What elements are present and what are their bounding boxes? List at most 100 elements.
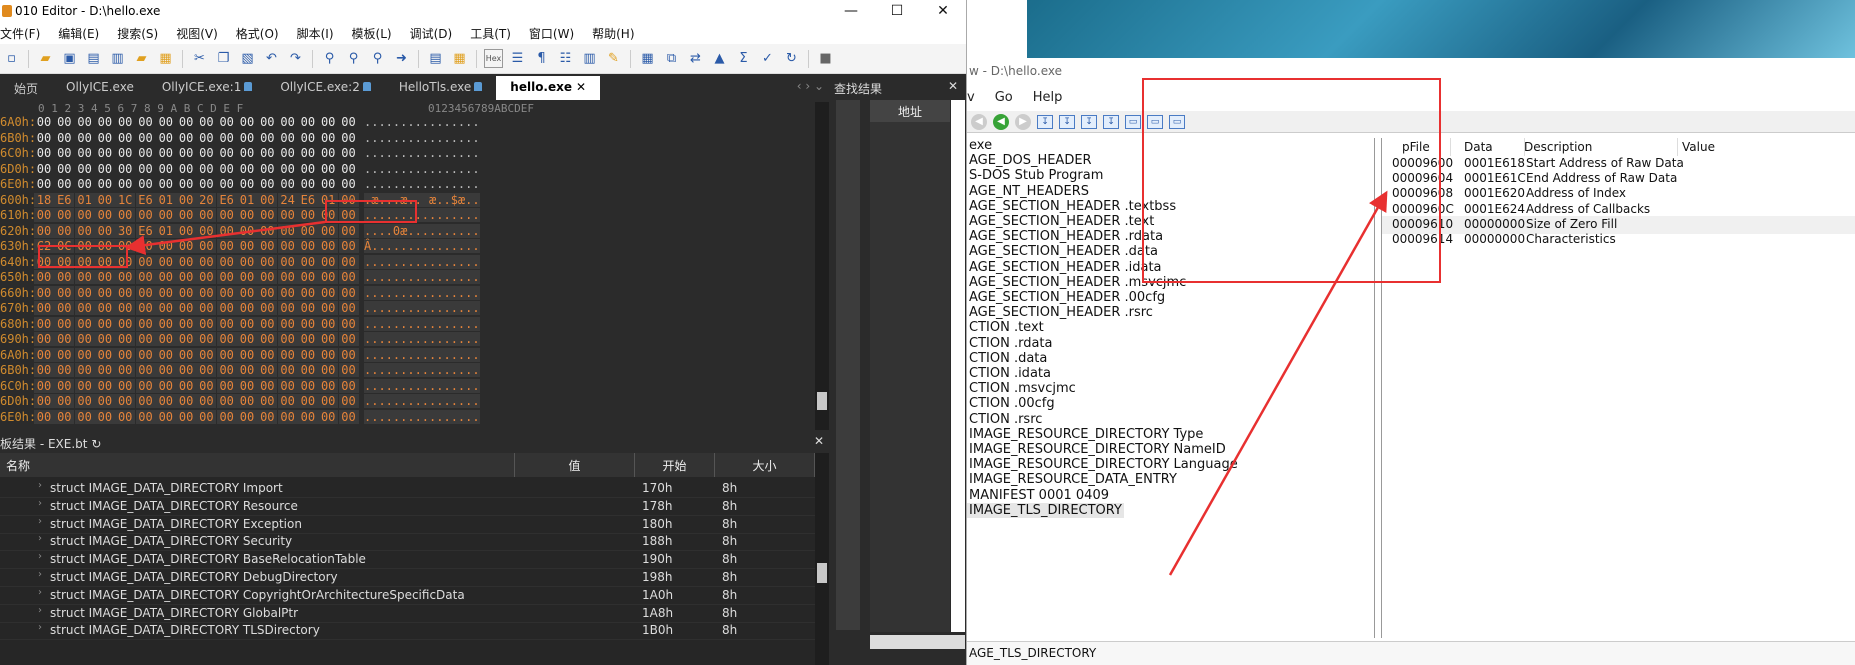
grid-header[interactable]: pFile [1402, 140, 1430, 154]
hex-byte[interactable]: 00 [176, 270, 197, 284]
hex-ascii[interactable]: ................ [364, 378, 480, 393]
hex-byte[interactable]: 00 [277, 363, 298, 377]
menu-item[interactable]: 脚本(I) [288, 25, 343, 42]
find-results-list[interactable] [870, 122, 950, 632]
find-scrollbar[interactable] [951, 100, 965, 632]
hex-ascii[interactable]: ................ [364, 208, 480, 222]
hex-byte[interactable]: 00 [135, 316, 156, 331]
col-name[interactable]: 名称 [0, 453, 515, 477]
hex-byte[interactable]: 00 [115, 301, 136, 315]
hex-byte[interactable]: 00 [94, 270, 115, 284]
hex-byte[interactable]: 00 [94, 223, 115, 238]
hex-byte[interactable]: 00 [115, 270, 136, 284]
hex-byte[interactable]: 00 [176, 394, 197, 408]
forward-icon[interactable]: ▶ [1015, 113, 1031, 130]
tree-node[interactable]: AGE_SECTION_HEADER .data [967, 244, 1160, 259]
tree-node[interactable]: IMAGE_RESOURCE_DIRECTORY Language [967, 457, 1240, 472]
hex-byte[interactable]: 00 [34, 316, 54, 331]
hex-byte[interactable]: 00 [257, 239, 278, 253]
menu-item[interactable]: 帮助(H) [583, 25, 643, 42]
hex-row[interactable]: 6A0h: 00 00 00 00 00 00 00 00 00 00 00 00 00 00 00 00...… [0, 347, 815, 363]
hex-byte[interactable]: 00 [75, 162, 95, 176]
hex-ascii[interactable]: ................ [364, 285, 480, 300]
tree-node[interactable]: MANIFEST 0001 0409 [967, 488, 1111, 503]
convert-icon[interactable]: ↻ [782, 49, 801, 68]
hex-byte[interactable]: 00 [338, 270, 359, 284]
tree-node[interactable]: AGE_SECTION_HEADER .idata [967, 260, 1164, 275]
hex-byte[interactable]: 00 [136, 131, 156, 145]
hex-byte[interactable]: 00 [298, 177, 318, 191]
hex-byte[interactable]: 00 [277, 378, 298, 393]
hex-byte[interactable]: E6 [297, 192, 318, 207]
grid-col-divider[interactable] [1450, 138, 1451, 156]
hex-byte[interactable]: 00 [115, 239, 136, 253]
expand-chevron-icon[interactable]: › [38, 516, 42, 527]
hex-byte[interactable]: 00 [95, 131, 115, 145]
hex-byte[interactable]: 00 [237, 115, 257, 129]
hex-byte[interactable]: 00 [156, 177, 176, 191]
hex-byte[interactable]: 00 [176, 254, 197, 269]
hex-byte[interactable]: 00 [298, 162, 318, 176]
hex-byte[interactable]: 00 [54, 378, 75, 393]
hex-byte[interactable]: 00 [277, 223, 298, 238]
hex-byte[interactable]: 00 [237, 270, 257, 284]
hex-byte[interactable]: 00 [95, 177, 115, 191]
col-start[interactable]: 开始 [635, 453, 715, 477]
hex-byte[interactable]: 00 [257, 394, 278, 408]
hex-byte[interactable]: 00 [216, 254, 237, 269]
hex-byte[interactable]: 00 [318, 162, 338, 176]
hex-byte[interactable]: 00 [338, 347, 359, 362]
hex-byte[interactable]: 1C [115, 192, 136, 207]
cut-icon[interactable]: ✂ [190, 49, 209, 68]
hex-byte[interactable]: 00 [115, 208, 136, 222]
hex-byte[interactable]: 00 [257, 378, 278, 393]
hex-byte[interactable]: 00 [237, 208, 257, 222]
hex-row[interactable]: 6E0h: 00 00 00 00 00 00 00 00 00 00 00 00 00 00 00 00...… [0, 177, 815, 192]
hex-byte[interactable]: 00 [216, 208, 237, 222]
hex-byte[interactable]: 00 [34, 332, 54, 346]
find-icon[interactable]: ⚲ [320, 49, 339, 68]
hex-byte[interactable]: 00 [339, 177, 359, 191]
hex-byte[interactable]: 00 [115, 162, 135, 176]
hex-byte[interactable]: 00 [196, 115, 216, 129]
hex-byte[interactable]: 00 [94, 192, 115, 207]
hex-byte[interactable]: 00 [237, 223, 257, 238]
calculator-icon[interactable]: ▦ [638, 49, 657, 68]
hex-byte[interactable]: 00 [338, 239, 359, 253]
hex-byte[interactable]: 00 [237, 285, 257, 300]
hex-byte[interactable]: 00 [277, 270, 298, 284]
hex-byte[interactable]: 00 [155, 208, 176, 222]
expand-chevron-icon[interactable]: › [38, 551, 42, 562]
hex-byte[interactable]: 00 [54, 254, 75, 269]
tree-node[interactable]: S-DOS Stub Program [967, 168, 1105, 183]
columns-icon[interactable]: ☰ [508, 49, 527, 68]
hex-ascii[interactable]: ................ [364, 363, 480, 377]
expand-chevron-icon[interactable]: › [38, 480, 42, 491]
hex-byte[interactable]: 00 [277, 208, 298, 222]
hex-byte[interactable]: 01 [318, 192, 339, 207]
hex-byte[interactable]: 00 [34, 131, 54, 145]
hex-byte[interactable]: 00 [115, 363, 136, 377]
hex-byte[interactable]: 00 [94, 332, 115, 346]
hex-byte[interactable]: 00 [135, 409, 156, 424]
hex-byte[interactable]: 00 [34, 208, 54, 222]
hex-byte[interactable]: 00 [216, 285, 237, 300]
menu-item[interactable]: 调试(D) [401, 25, 462, 42]
hex-byte[interactable]: 00 [135, 394, 156, 408]
hex-byte[interactable]: 00 [278, 162, 298, 176]
hex-byte[interactable]: 00 [318, 254, 339, 269]
tree-node[interactable]: IMAGE_RESOURCE_DATA_ENTRY [967, 472, 1179, 487]
hex-byte[interactable]: E6 [135, 223, 156, 238]
hex-byte[interactable]: 00 [297, 301, 318, 315]
hex-row[interactable]: 620h: 00 00 00 00 30 E6 01 00 00 00 00 00 00 00 00 00...… [0, 223, 815, 239]
hex-byte[interactable]: 00 [237, 239, 257, 253]
hex-byte[interactable]: 00 [277, 239, 298, 253]
ruler-icon[interactable]: ☷ [556, 49, 575, 68]
hex-byte[interactable]: 00 [217, 146, 237, 160]
hex-byte[interactable]: 00 [176, 363, 197, 377]
hex-byte[interactable]: 00 [135, 347, 156, 362]
hex-byte[interactable]: 00 [196, 223, 217, 238]
tree-node[interactable]: AGE_SECTION_HEADER .text [967, 214, 1156, 229]
peview-menu-item[interactable]: Help [1033, 90, 1063, 105]
hex-byte[interactable]: 00 [54, 347, 75, 362]
